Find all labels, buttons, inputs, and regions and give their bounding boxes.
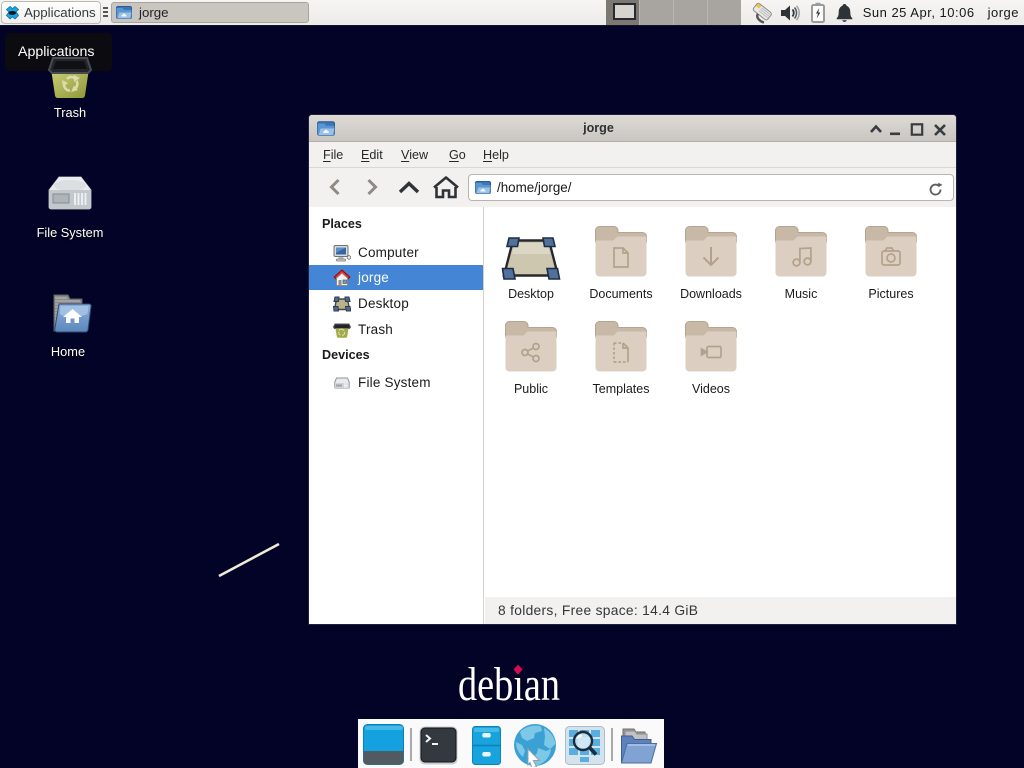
svg-text:debıan: debıan: [458, 658, 560, 711]
